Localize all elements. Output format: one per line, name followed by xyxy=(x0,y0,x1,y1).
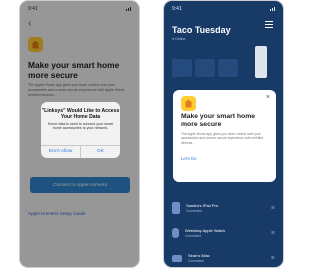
device-name: Weekday Apple Watch xyxy=(185,228,226,233)
device-status: Connected xyxy=(186,209,202,213)
home-app-icon xyxy=(181,96,196,111)
menu-icon[interactable] xyxy=(265,21,273,30)
ok-button[interactable]: OK xyxy=(80,146,120,158)
right-phone-screen: 9:41 Taco Tuesday ● Online × Make your s… xyxy=(163,0,284,268)
network-header: Taco Tuesday ● Online xyxy=(172,17,275,41)
network-name: Taco Tuesday xyxy=(172,25,231,35)
device-row[interactable]: Sean's iMac Connected ≋ xyxy=(172,248,275,267)
lets-go-link[interactable]: Let's Go xyxy=(181,156,196,161)
card-title: Make your smart home more secure xyxy=(181,113,256,128)
status-bar: 9:41 xyxy=(172,6,275,12)
wifi-icon: ≋ xyxy=(270,255,275,261)
alert-message: Home data is used to connect your smart … xyxy=(47,122,114,131)
summary-tile[interactable] xyxy=(172,59,192,77)
device-status: Connected xyxy=(188,259,204,263)
dont-allow-button[interactable]: Don't Allow xyxy=(41,146,80,158)
signal-icon xyxy=(270,7,275,11)
wifi-icon: ≋ xyxy=(270,230,275,236)
card-description: The Apple Home app gives you more contro… xyxy=(181,132,264,145)
watch-icon xyxy=(172,228,179,238)
router-image xyxy=(255,46,267,78)
computer-icon xyxy=(172,254,182,262)
summary-tile[interactable] xyxy=(218,59,238,77)
alert-title: "Linksys" Would Like to Access Your Home… xyxy=(41,108,120,120)
device-status: Connected xyxy=(185,234,201,238)
homekit-promo-card: × Make your smart home more secure The A… xyxy=(173,90,276,182)
tablet-icon xyxy=(172,202,180,214)
close-icon[interactable]: × xyxy=(266,94,270,101)
status-time: 9:41 xyxy=(172,6,182,12)
wifi-icon: ≋ xyxy=(270,205,275,211)
device-row[interactable]: Weekday Apple Watch Connected ≋ xyxy=(172,223,275,243)
summary-tile[interactable] xyxy=(195,59,215,77)
left-phone-screen: 9:41 ‹ Make your smart home more secure … xyxy=(19,0,140,268)
permission-alert: "Linksys" Would Like to Access Your Home… xyxy=(41,102,120,158)
device-name: Sean's iMac xyxy=(188,253,210,258)
network-status: ● Online xyxy=(172,37,186,41)
device-name: Sandra's iPad Pro xyxy=(186,203,219,208)
device-row[interactable]: Sandra's iPad Pro Connected ≋ xyxy=(172,198,275,218)
